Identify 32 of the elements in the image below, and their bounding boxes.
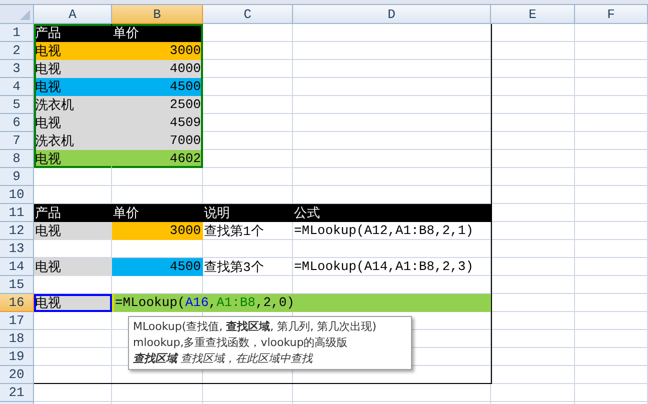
- function-signature: MLookup(查找值, 查找区域, 第几列, 第几次出现): [133, 319, 378, 335]
- cell: 2500: [170, 97, 201, 112]
- cell-text: 单价: [113, 204, 139, 222]
- cell-text: 查找第1个: [204, 222, 264, 240]
- cell: 3000: [170, 223, 201, 238]
- cell: 4509: [170, 115, 201, 130]
- argument-help: 查找区域 查找区域，在此区域中查找: [133, 351, 314, 367]
- cell-text: 电视: [35, 150, 61, 168]
- cell-text: 产品: [35, 24, 61, 42]
- cell-text: 电视: [35, 78, 61, 96]
- cell: =MLookup(A14,A1:B8,2,3): [294, 259, 474, 274]
- cell-text: 电视: [35, 60, 61, 78]
- cell-text: 单价: [113, 24, 139, 42]
- cell: 4500: [170, 259, 201, 274]
- cell-text: 电视: [35, 42, 61, 60]
- cell: 3000: [170, 43, 201, 58]
- cell: 4000: [170, 61, 201, 76]
- function-description: mlookup,多重查找函数，vlookup的高级版: [133, 335, 349, 351]
- cell-text: 说明: [204, 204, 230, 222]
- cell-text: 电视: [35, 222, 61, 240]
- cell: 7000: [170, 133, 201, 148]
- cell-text: 电视: [35, 114, 61, 132]
- cell-text: 洗衣机: [35, 96, 74, 114]
- cell: =MLookup(A12,A1:B8,2,1): [294, 223, 474, 238]
- cell-text: 电视: [35, 258, 61, 276]
- cell-text: 洗衣机: [35, 132, 74, 150]
- cell-text: 公式: [294, 204, 320, 222]
- cell-text: 查找第3个: [204, 258, 264, 276]
- cell-text: 产品: [35, 204, 61, 222]
- cell-text: 电视: [35, 294, 61, 312]
- cell: 4500: [170, 79, 201, 94]
- cell: 4602: [170, 151, 201, 166]
